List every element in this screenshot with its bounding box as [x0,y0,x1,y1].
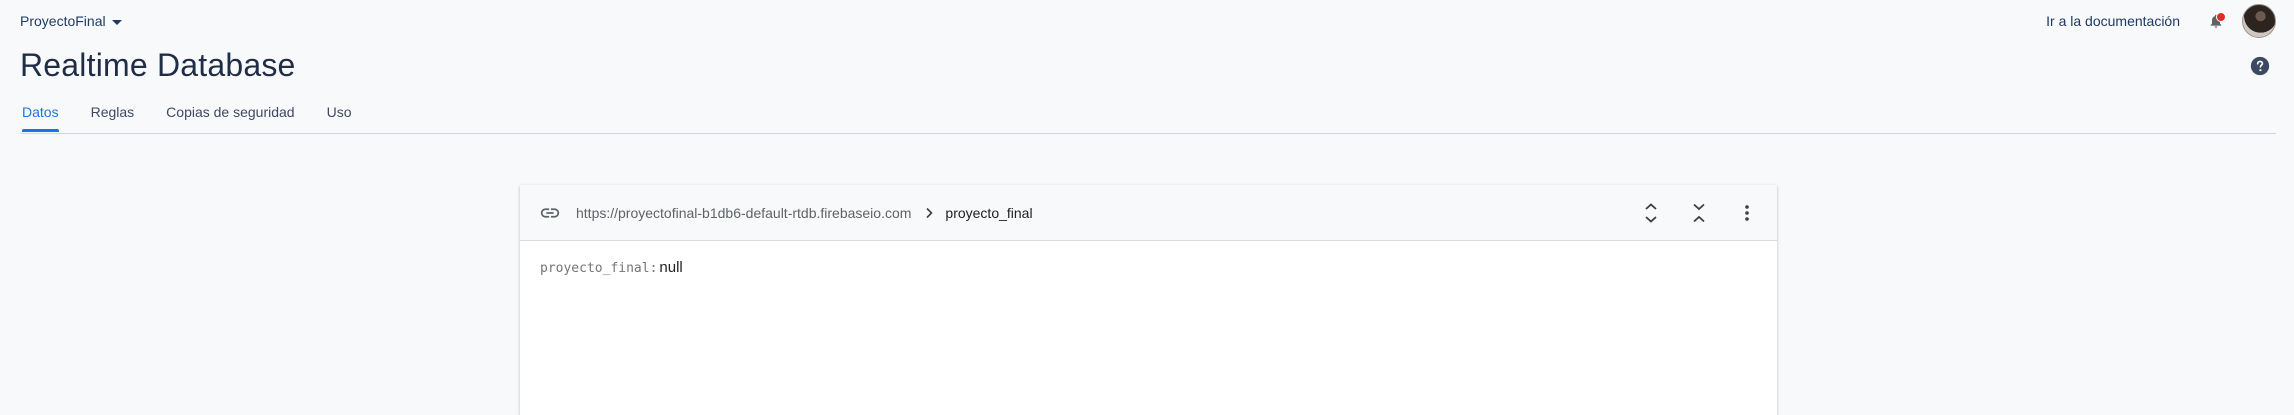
node-key: proyecto_final [540,261,650,276]
expand-all-button[interactable] [1639,201,1663,225]
tab-uso[interactable]: Uso [327,104,352,130]
tabs-divider [20,133,2276,134]
database-panel: https://proyectofinal-b1db6-default-rtdb… [520,185,1777,415]
node-value[interactable]: null [659,259,682,276]
tree-node[interactable]: proyecto_final : null [540,259,1757,276]
database-url[interactable]: https://proyectofinal-b1db6-default-rtdb… [576,205,911,221]
tab-bar: Datos Reglas Copias de seguridad Uso [22,104,384,132]
tab-datos[interactable]: Datos [22,104,59,132]
database-tree: proyecto_final : null [520,241,1777,294]
project-name: ProyectoFinal [20,13,106,29]
collapse-all-icon [1693,203,1705,222]
caret-down-icon [111,19,122,25]
avatar[interactable] [2242,4,2276,38]
more-options-button[interactable] [1735,201,1759,225]
node-separator: : [649,261,658,276]
database-toolbar: https://proyectofinal-b1db6-default-rtdb… [520,185,1777,241]
tab-copias-de-seguridad[interactable]: Copias de seguridad [166,104,294,130]
notifications-button[interactable] [2206,11,2226,31]
copy-link-button[interactable] [539,202,561,224]
page-title: Realtime Database [20,47,296,83]
docs-link[interactable]: Ir a la documentación [2046,13,2180,29]
link-icon [540,207,560,218]
more-vert-icon [1745,204,1749,221]
top-right-actions: Ir a la documentación [2046,4,2276,38]
tab-reglas[interactable]: Reglas [91,104,135,130]
notification-badge [2216,12,2226,22]
collapse-all-button[interactable] [1687,201,1711,225]
toolbar-actions [1639,185,1759,240]
breadcrumb-current-node: proyecto_final [945,204,1033,221]
help-button[interactable] [2250,56,2270,76]
chevron-right-icon [923,207,935,219]
project-selector[interactable]: ProyectoFinal [20,11,122,31]
expand-all-icon [1645,202,1657,223]
help-circle-icon [2250,56,2270,76]
